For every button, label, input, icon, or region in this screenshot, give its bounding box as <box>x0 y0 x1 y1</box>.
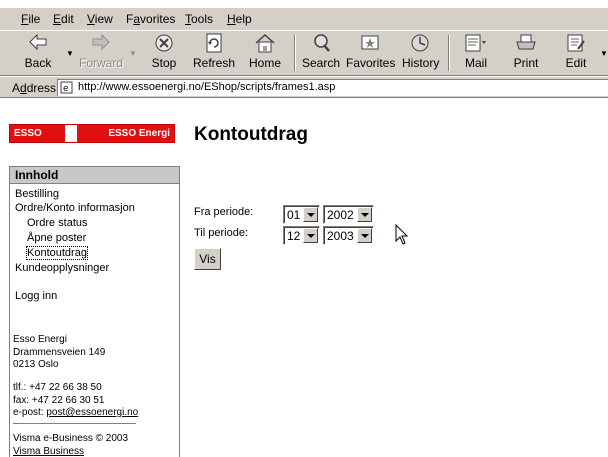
mail-icon <box>460 33 492 55</box>
menu-help[interactable]: Help <box>227 12 252 26</box>
menu-file[interactable]: File <box>21 12 40 26</box>
history-icon <box>402 33 438 55</box>
forward-button[interactable]: Forward <box>78 33 124 73</box>
sidebar-item-logg-inn[interactable]: Logg inn <box>15 290 57 302</box>
home-icon <box>246 33 284 55</box>
company-fax: fax: +47 22 66 30 51 <box>13 395 105 406</box>
sidebar-item-bestilling[interactable]: Bestilling <box>15 188 59 200</box>
company-email-row: e-post: post@essoenergi.no <box>13 407 138 418</box>
address-label: Address <box>12 81 57 95</box>
sidebar-divider <box>13 423 136 424</box>
menu-view[interactable]: View <box>87 12 113 26</box>
sidebar-item-kontoutdrag[interactable]: Kontoutdrag <box>26 246 88 260</box>
refresh-button[interactable]: Refresh <box>192 33 236 73</box>
sidebar-item-ordre-konto[interactable]: Ordre/Konto informasjon <box>15 202 135 214</box>
svg-text:e: e <box>63 84 69 94</box>
menu-tools[interactable]: Tools <box>185 12 213 26</box>
sidebar-item-kundeopplysninger[interactable]: Kundeopplysninger <box>15 262 109 274</box>
menu-favorites[interactable]: Favorites <box>126 12 175 26</box>
ie-page-icon: e <box>60 81 74 94</box>
til-month-select[interactable]: 12 <box>283 226 320 245</box>
forward-arrow-icon <box>78 33 124 55</box>
search-icon <box>301 33 341 55</box>
chevron-down-icon[interactable] <box>303 228 318 243</box>
favorites-button[interactable]: Favorites <box>346 33 395 73</box>
fra-month-select[interactable]: 01 <box>283 205 320 224</box>
page-title: Kontoutdrag <box>194 124 308 145</box>
address-input[interactable]: e http://www.essoenergi.no/EShop/scripts… <box>57 79 608 96</box>
favorites-icon <box>346 33 394 55</box>
back-button[interactable]: Back <box>18 33 58 73</box>
menu-bar: File Edit View Favorites Tools Help <box>0 0 608 30</box>
logo-gap <box>65 125 77 142</box>
company-city: 0213 Oslo <box>13 359 59 370</box>
edit-page-icon <box>561 33 591 55</box>
sidebar: Innhold Bestilling Ordre/Konto informasj… <box>9 166 180 457</box>
mail-button[interactable]: Mail <box>460 33 492 73</box>
address-bar: Address e http://www.essoenergi.no/EShop… <box>0 76 608 98</box>
fra-periode-label: Fra periode: <box>194 206 254 218</box>
edit-button[interactable]: Edit <box>561 33 591 73</box>
history-button[interactable]: History <box>402 33 439 73</box>
sidebar-header: Innhold <box>10 167 179 184</box>
vis-button[interactable]: Vis <box>194 248 221 270</box>
company-phone: tlf.: +47 22 66 38 50 <box>13 382 102 393</box>
address-url: http://www.essoenergi.no/EShop/scripts/f… <box>78 81 336 93</box>
toolbar-separator <box>448 35 450 71</box>
chevron-down-icon[interactable] <box>357 207 372 222</box>
edit-dropdown-icon[interactable]: ▼ <box>600 49 608 58</box>
til-year-select[interactable]: 2003 <box>323 226 374 245</box>
esso-logo: ESSO ESSO Energi <box>9 124 175 143</box>
stop-button[interactable]: Stop <box>146 33 182 73</box>
company-street: Drammensveien 149 <box>13 347 106 358</box>
home-button[interactable]: Home <box>246 33 284 73</box>
chevron-down-icon[interactable] <box>303 207 318 222</box>
toolbar-separator <box>294 35 296 71</box>
til-periode-label: Til periode: <box>194 227 249 239</box>
stop-icon <box>146 33 182 55</box>
printer-icon <box>510 33 542 55</box>
back-arrow-icon <box>18 33 58 55</box>
forward-dropdown-icon[interactable]: ▼ <box>129 49 137 58</box>
copyright-text: Visma e-Business © 2003 <box>13 433 129 444</box>
esso-logo-right: ESSO Energi <box>77 125 174 142</box>
visma-business-link[interactable]: Visma Business <box>13 446 84 457</box>
toolbar: Back ▼ Forward ▼ Stop Refresh Home Searc… <box>0 30 608 76</box>
print-button[interactable]: Print <box>510 33 542 73</box>
search-button[interactable]: Search <box>301 33 341 73</box>
menu-edit[interactable]: Edit <box>53 12 74 26</box>
back-dropdown-icon[interactable]: ▼ <box>66 49 74 58</box>
sidebar-item-apne-poster[interactable]: Åpne poster <box>27 232 86 244</box>
email-label: e-post: <box>13 407 44 418</box>
mouse-pointer-icon <box>395 223 409 246</box>
title-strip <box>0 0 608 8</box>
company-name: Esso Energi <box>13 334 67 345</box>
email-link[interactable]: post@essoenergi.no <box>46 407 138 418</box>
refresh-icon <box>192 33 236 55</box>
chevron-down-icon[interactable] <box>357 228 372 243</box>
fra-year-select[interactable]: 2002 <box>323 205 374 224</box>
sidebar-item-ordre-status[interactable]: Ordre status <box>27 217 88 229</box>
esso-logo-left: ESSO <box>10 125 65 142</box>
